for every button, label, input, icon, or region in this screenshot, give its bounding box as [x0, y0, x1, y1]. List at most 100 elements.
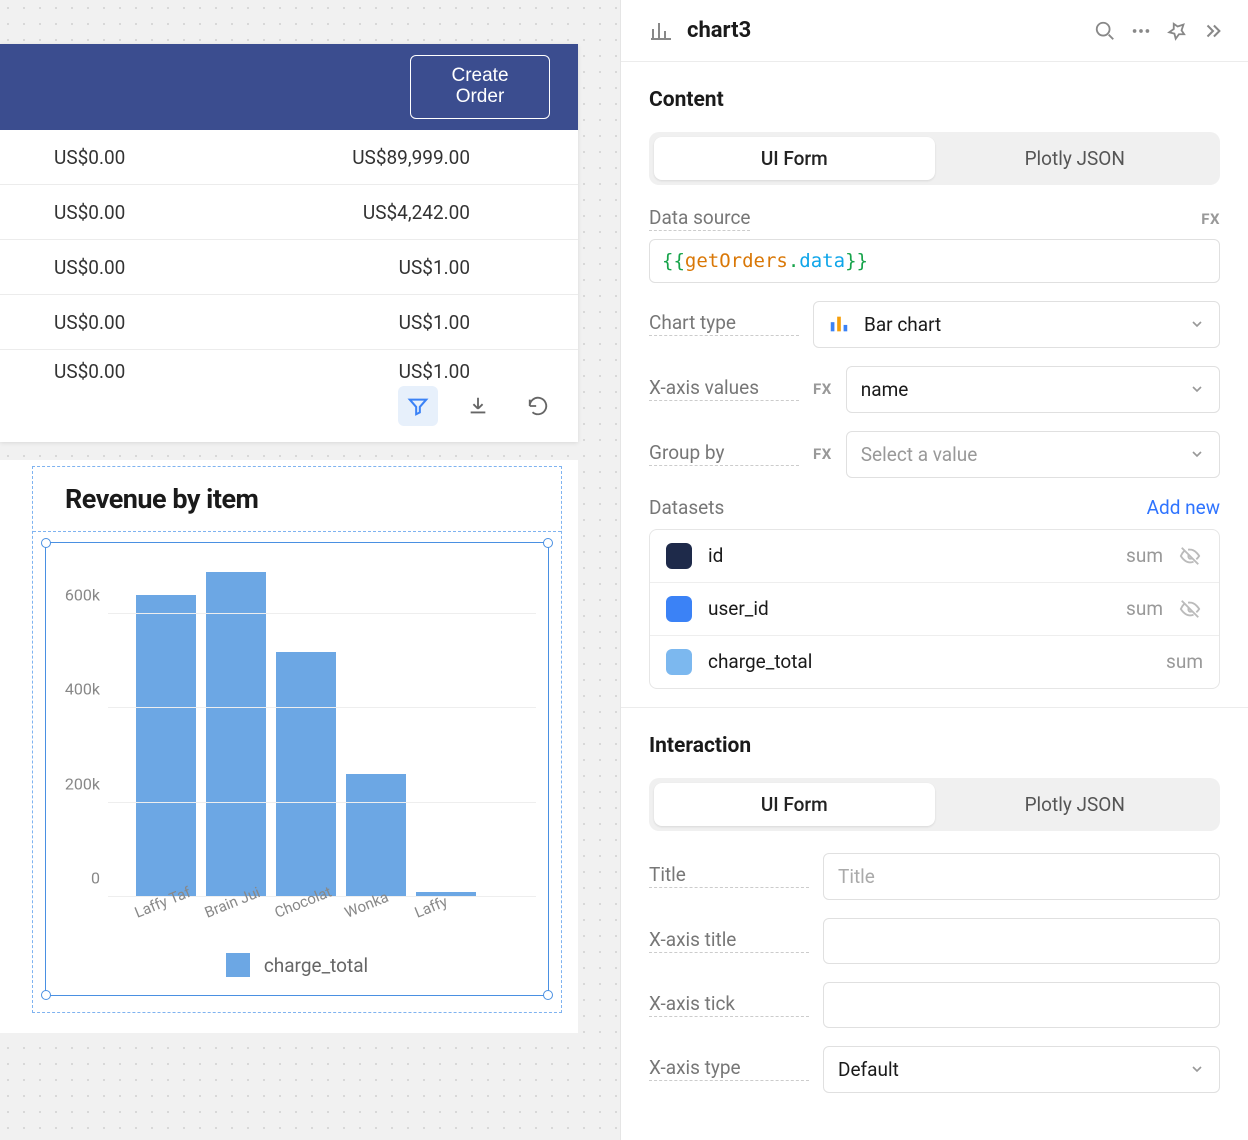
dataset-name: user_id — [708, 597, 1110, 620]
interaction-section: Interaction UI Form Plotly JSON Title Ti… — [621, 707, 1248, 1129]
group-by-placeholder: Select a value — [861, 443, 978, 466]
chart-title-row: Revenue by item — [33, 467, 561, 532]
pin-button[interactable] — [1166, 20, 1188, 42]
search-icon — [1094, 20, 1116, 42]
tab-plotly-json[interactable]: Plotly JSON — [935, 137, 1216, 180]
refresh-icon — [527, 395, 549, 417]
search-button[interactable] — [1094, 20, 1116, 42]
fx-chip[interactable]: FX — [813, 380, 832, 398]
header-band: Create Order — [0, 44, 578, 130]
resize-handle[interactable] — [543, 538, 553, 548]
chevron-down-icon — [1189, 381, 1205, 397]
y-tick-label: 600k — [50, 586, 100, 605]
chart-type-value: Bar chart — [864, 313, 941, 336]
x-axis-value: name — [861, 378, 909, 401]
dataset-agg: sum — [1126, 544, 1163, 567]
chevron-down-icon — [1189, 1061, 1205, 1077]
y-tick-label: 400k — [50, 680, 100, 699]
chart-legend: charge_total — [58, 953, 536, 977]
x-axis-type-value: Default — [838, 1058, 899, 1081]
table-toolbar — [0, 386, 578, 442]
table-row[interactable]: US$0.00 US$4,242.00 — [0, 185, 578, 240]
filter-icon — [407, 395, 429, 417]
chevron-down-icon — [1189, 446, 1205, 462]
data-table: US$0.00 US$89,999.00 US$0.00 US$4,242.00… — [0, 130, 578, 392]
x-axis-tick-label: X-axis tick — [649, 993, 809, 1017]
inspector-panel: chart3 Content UI Form Plotly JSON Data … — [620, 0, 1248, 1140]
fx-chip[interactable]: FX — [813, 445, 832, 463]
table-row[interactable]: US$0.00 US$1.00 — [0, 295, 578, 350]
section-title-interaction: Interaction — [649, 734, 1220, 758]
chart-component[interactable]: Revenue by item 0200k400k600k Laffy TafB… — [32, 466, 562, 1013]
bar[interactable] — [136, 595, 196, 897]
x-axis-values-select[interactable]: name — [846, 366, 1220, 413]
bar[interactable] — [276, 652, 336, 897]
eye-off-icon[interactable] — [1179, 545, 1203, 567]
data-source-label: Data source — [649, 207, 750, 231]
dataset-color-swatch[interactable] — [666, 596, 692, 622]
dataset-item[interactable]: user_id sum — [650, 583, 1219, 636]
cell: US$1.00 — [240, 311, 578, 334]
dataset-color-swatch[interactable] — [666, 649, 692, 675]
fx-chip[interactable]: FX — [1201, 210, 1220, 228]
resize-handle[interactable] — [543, 990, 553, 1000]
download-icon — [467, 395, 489, 417]
cell: US$0.00 — [0, 146, 240, 169]
content-tabs: UI Form Plotly JSON — [649, 132, 1220, 185]
datasets-label: Datasets — [649, 496, 724, 519]
tab-ui-form[interactable]: UI Form — [654, 137, 935, 180]
group-by-select[interactable]: Select a value — [846, 431, 1220, 478]
chevron-double-right-icon — [1202, 20, 1224, 42]
create-order-label: Create Order — [451, 65, 508, 107]
refresh-button[interactable] — [518, 386, 558, 426]
dataset-color-swatch[interactable] — [666, 543, 692, 569]
cell: US$89,999.00 — [240, 146, 578, 169]
x-axis-title-label: X-axis title — [649, 929, 809, 953]
dataset-name: charge_total — [708, 650, 1150, 673]
table-row[interactable]: US$0.00 US$89,999.00 — [0, 130, 578, 185]
cell: US$0.00 — [0, 201, 240, 224]
x-axis-tick-input[interactable] — [823, 982, 1220, 1028]
more-button[interactable] — [1130, 20, 1152, 42]
y-tick-label: 200k — [50, 774, 100, 793]
bar[interactable] — [206, 572, 266, 897]
chart-body[interactable]: 0200k400k600k Laffy TafBrain JuiChocolat… — [45, 542, 549, 996]
title-input[interactable]: Title — [823, 853, 1220, 900]
download-button[interactable] — [458, 386, 498, 426]
datasets-header: Datasets Add new — [649, 496, 1220, 519]
cell: US$0.00 — [0, 311, 240, 334]
cell: US$1.00 — [240, 360, 578, 383]
content-section: Content UI Form Plotly JSON Data source … — [621, 61, 1248, 707]
group-by-label: Group by — [649, 442, 799, 466]
add-new-dataset[interactable]: Add new — [1147, 496, 1220, 519]
chart-title: Revenue by item — [51, 477, 272, 521]
tab-plotly-json[interactable]: Plotly JSON — [935, 783, 1216, 826]
x-axis-type-select[interactable]: Default — [823, 1046, 1220, 1093]
title-label: Title — [649, 864, 809, 888]
dataset-name: id — [708, 544, 1110, 567]
legend-swatch — [226, 953, 250, 977]
dataset-agg: sum — [1166, 650, 1203, 673]
filter-button[interactable] — [398, 386, 438, 426]
more-icon — [1130, 20, 1152, 42]
dataset-agg: sum — [1126, 597, 1163, 620]
dataset-item[interactable]: charge_total sum — [650, 636, 1219, 688]
resize-handle[interactable] — [41, 538, 51, 548]
canvas: Create Order US$0.00 US$89,999.00 US$0.0… — [0, 0, 620, 1140]
bar[interactable] — [346, 774, 406, 897]
cell: US$4,242.00 — [240, 201, 578, 224]
tab-ui-form[interactable]: UI Form — [654, 783, 935, 826]
chart-type-select[interactable]: Bar chart — [813, 301, 1220, 348]
cell: US$0.00 — [0, 256, 240, 279]
x-labels: Laffy TafBrain JuiChocolatWonkaLaffy — [58, 905, 536, 923]
x-axis-values-label: X-axis values — [649, 377, 799, 401]
dataset-item[interactable]: idsum — [650, 530, 1219, 583]
table-row[interactable]: US$0.00 US$1.00 — [0, 240, 578, 295]
bars-container — [108, 567, 536, 897]
collapse-button[interactable] — [1202, 20, 1224, 42]
eye-off-icon[interactable] — [1179, 598, 1203, 620]
x-axis-title-input[interactable] — [823, 918, 1220, 964]
create-order-button[interactable]: Create Order — [410, 55, 550, 119]
data-source-input[interactable]: {{getOrders.data}} — [649, 239, 1220, 283]
resize-handle[interactable] — [41, 990, 51, 1000]
